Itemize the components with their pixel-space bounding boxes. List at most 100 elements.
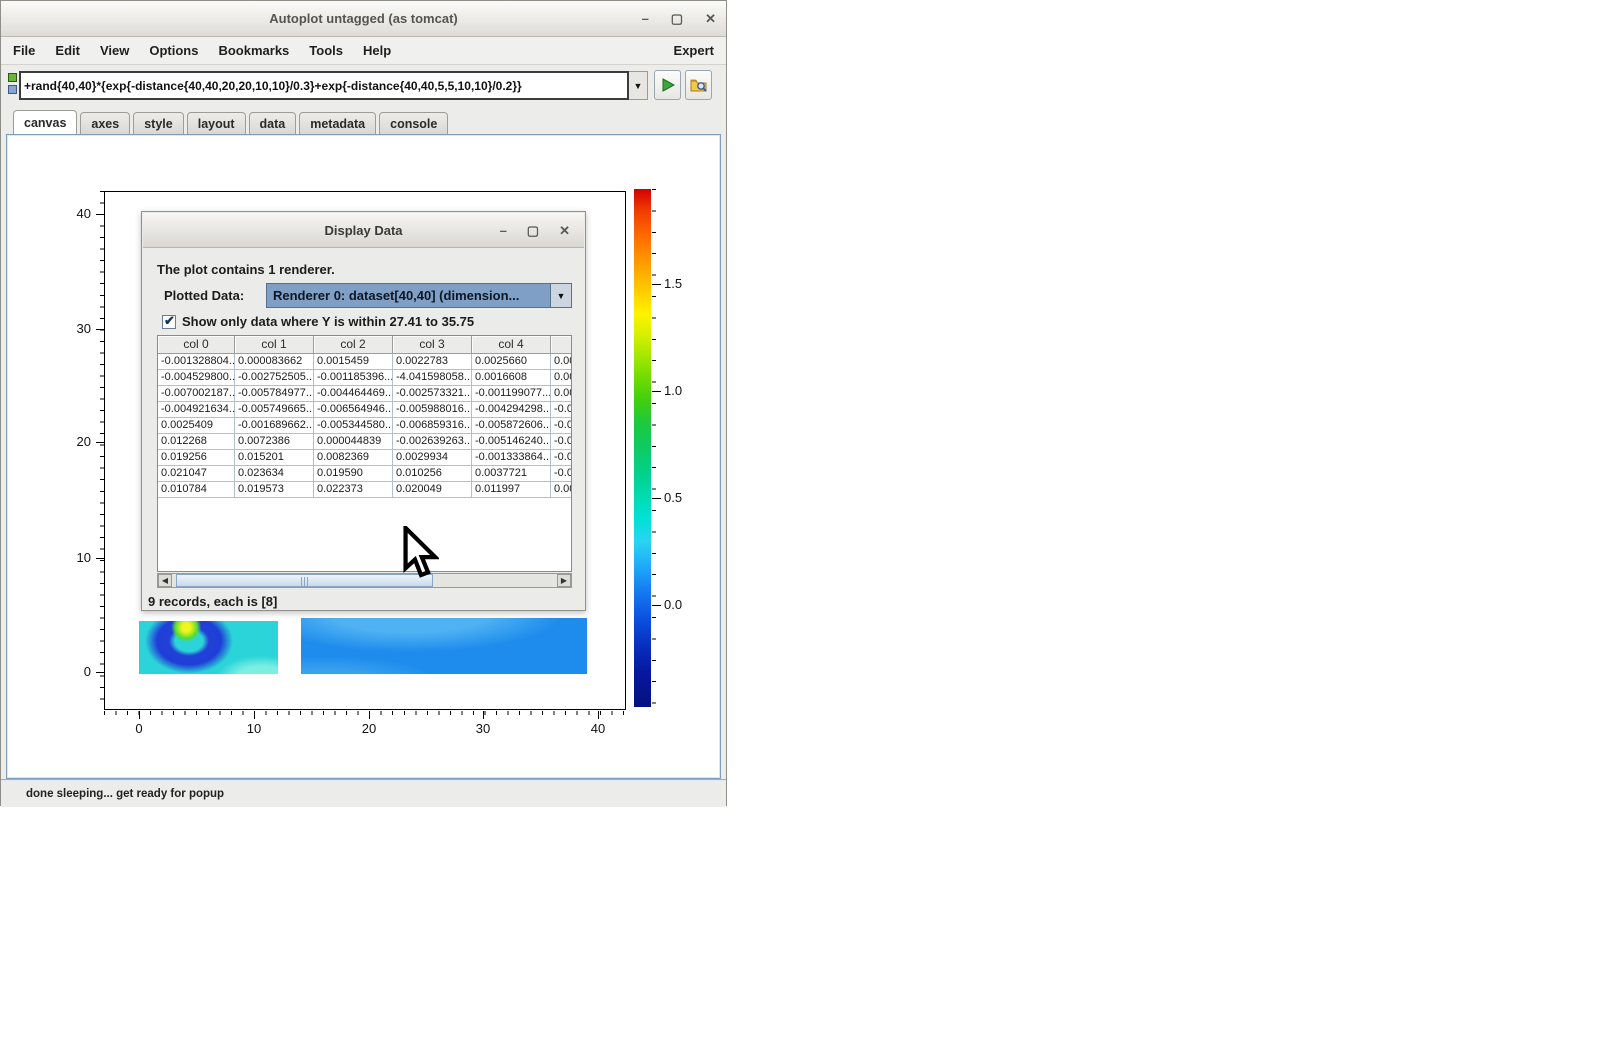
scrollbar-thumb[interactable] [176, 574, 433, 587]
table-cell[interactable]: -0.001328804... [158, 354, 235, 370]
tab-layout[interactable]: layout [187, 112, 246, 134]
table-cell[interactable]: -0.004294298... [472, 402, 551, 418]
table-cell[interactable]: 0.0029934 [393, 450, 472, 466]
table-cell[interactable]: -0.005784977... [235, 386, 314, 402]
table-cell[interactable]: -0.006564946... [314, 402, 393, 418]
table-cell[interactable]: -0.005749665... [235, 402, 314, 418]
inspect-uri-button[interactable] [685, 70, 712, 100]
table-cell[interactable]: -0.001185396... [314, 370, 393, 386]
table-cell[interactable]: -0.001199077... [472, 386, 551, 402]
table-cell[interactable]: -4.041598058... [393, 370, 472, 386]
window-maximize-icon[interactable]: ▢ [671, 12, 683, 25]
table-cell[interactable]: -0.004464469... [314, 386, 393, 402]
table-cell[interactable]: 0.0016608 [472, 370, 551, 386]
window-minimize-icon[interactable]: – [642, 12, 649, 25]
table-row[interactable]: -0.007002187...-0.005784977...-0.0044644… [158, 386, 572, 402]
table-cell[interactable]: -0.001333864... [472, 450, 551, 466]
table-cell[interactable]: -0.001689662... [235, 418, 314, 434]
table-cell[interactable]: -0.007002187... [158, 386, 235, 402]
table-cell[interactable]: 0.0037721 [472, 466, 551, 482]
table-cell[interactable]: -0.005872606... [472, 418, 551, 434]
filter-checkbox[interactable]: ✔ [162, 315, 176, 329]
table-header-cell[interactable]: col 2 [314, 336, 393, 354]
table-header-cell[interactable]: col 4 [472, 336, 551, 354]
table-cell[interactable]: 0.019573 [235, 482, 314, 498]
dialog-close-icon[interactable]: ✕ [559, 224, 570, 237]
table-cell[interactable]: -0.0 [551, 418, 572, 434]
go-button[interactable] [654, 70, 681, 100]
table-cell[interactable]: 0.00 [551, 386, 572, 402]
table-cell[interactable]: -0.005988016... [393, 402, 472, 418]
menu-expert[interactable]: Expert [674, 43, 714, 58]
table-cell[interactable]: 0.023634 [235, 466, 314, 482]
table-cell[interactable]: 0.0025660 [472, 354, 551, 370]
table-header-cell[interactable] [551, 336, 572, 354]
menu-file[interactable]: File [13, 43, 45, 58]
table-row[interactable]: 0.0122680.00723860.000044839-0.002639263… [158, 434, 572, 450]
table-cell[interactable]: 0.0025409 [158, 418, 235, 434]
table-cell[interactable]: 0.0082369 [314, 450, 393, 466]
table-row[interactable]: -0.001328804...0.0000836620.00154590.002… [158, 354, 572, 370]
table-cell[interactable]: -0.0 [551, 466, 572, 482]
table-cell[interactable]: 0.021047 [158, 466, 235, 482]
table-cell[interactable]: 0.020049 [393, 482, 472, 498]
menu-help[interactable]: Help [353, 43, 401, 58]
table-cell[interactable]: 0.00 [551, 370, 572, 386]
menu-view[interactable]: View [90, 43, 139, 58]
table-cell[interactable]: 0.00 [551, 482, 572, 498]
menu-edit[interactable]: Edit [45, 43, 90, 58]
colorbar[interactable] [634, 189, 651, 707]
menu-options[interactable]: Options [139, 43, 208, 58]
dialog-maximize-icon[interactable]: ▢ [527, 224, 539, 237]
table-cell[interactable]: -0.002573321... [393, 386, 472, 402]
menu-tools[interactable]: Tools [299, 43, 353, 58]
plotted-data-select[interactable]: Renderer 0: dataset[40,40] (dimension...… [266, 283, 572, 308]
tab-console[interactable]: console [379, 112, 448, 134]
table-cell[interactable]: -0.006859316... [393, 418, 472, 434]
menu-bookmarks[interactable]: Bookmarks [208, 43, 299, 58]
table-cell[interactable]: -0.004529800... [158, 370, 235, 386]
table-cell[interactable]: 0.019256 [158, 450, 235, 466]
scroll-left-button[interactable]: ◀ [158, 574, 172, 587]
scroll-right-button[interactable]: ▶ [557, 574, 571, 587]
tab-axes[interactable]: axes [80, 112, 130, 134]
table-cell[interactable]: -0.005146240... [472, 434, 551, 450]
dialog-minimize-icon[interactable]: – [500, 224, 507, 237]
tab-canvas[interactable]: canvas [13, 110, 77, 134]
table-header-cell[interactable]: col 0 [158, 336, 235, 354]
window-close-icon[interactable]: ✕ [705, 12, 716, 25]
table-cell[interactable]: 0.0072386 [235, 434, 314, 450]
table-cell[interactable]: 0.00 [551, 354, 572, 370]
table-cell[interactable]: 0.0022783 [393, 354, 472, 370]
uri-input[interactable] [19, 71, 629, 100]
tab-style[interactable]: style [133, 112, 184, 134]
table-row[interactable]: 0.0210470.0236340.0195900.0102560.003772… [158, 466, 572, 482]
table-cell[interactable]: 0.011997 [472, 482, 551, 498]
tab-metadata[interactable]: metadata [299, 112, 376, 134]
table-cell[interactable]: -0.002752505... [235, 370, 314, 386]
table-cell[interactable]: -0.0 [551, 434, 572, 450]
dialog-titlebar[interactable]: Display Data – ▢ ✕ [143, 213, 584, 248]
table-cell[interactable]: 0.019590 [314, 466, 393, 482]
table-cell[interactable]: 0.010256 [393, 466, 472, 482]
table-cell[interactable]: 0.000083662 [235, 354, 314, 370]
table-header-cell[interactable]: col 3 [393, 336, 472, 354]
table-row[interactable]: 0.0107840.0195730.0223730.0200490.011997… [158, 482, 572, 498]
table-cell[interactable]: 0.010784 [158, 482, 235, 498]
table-cell[interactable]: 0.000044839 [314, 434, 393, 450]
table-row[interactable]: 0.0192560.0152010.00823690.0029934-0.001… [158, 450, 572, 466]
table-horizontal-scrollbar[interactable]: ◀ ▶ [157, 573, 572, 588]
table-cell[interactable]: -0.0 [551, 402, 572, 418]
table-cell[interactable]: 0.022373 [314, 482, 393, 498]
table-row[interactable]: -0.004529800...-0.002752505...-0.0011853… [158, 370, 572, 386]
table-row[interactable]: 0.0025409-0.001689662...-0.005344580...-… [158, 418, 572, 434]
table-cell[interactable]: 0.015201 [235, 450, 314, 466]
table-row[interactable]: -0.004921634...-0.005749665...-0.0065649… [158, 402, 572, 418]
table-cell[interactable]: -0.0 [551, 450, 572, 466]
table-cell[interactable]: 0.012268 [158, 434, 235, 450]
table-cell[interactable]: -0.002639263... [393, 434, 472, 450]
uri-dropdown-button[interactable]: ▼ [629, 71, 648, 100]
window-titlebar[interactable]: Autoplot untagged (as tomcat) – ▢ ✕ [1, 1, 726, 37]
tab-data[interactable]: data [249, 112, 297, 134]
table-header-cell[interactable]: col 1 [235, 336, 314, 354]
